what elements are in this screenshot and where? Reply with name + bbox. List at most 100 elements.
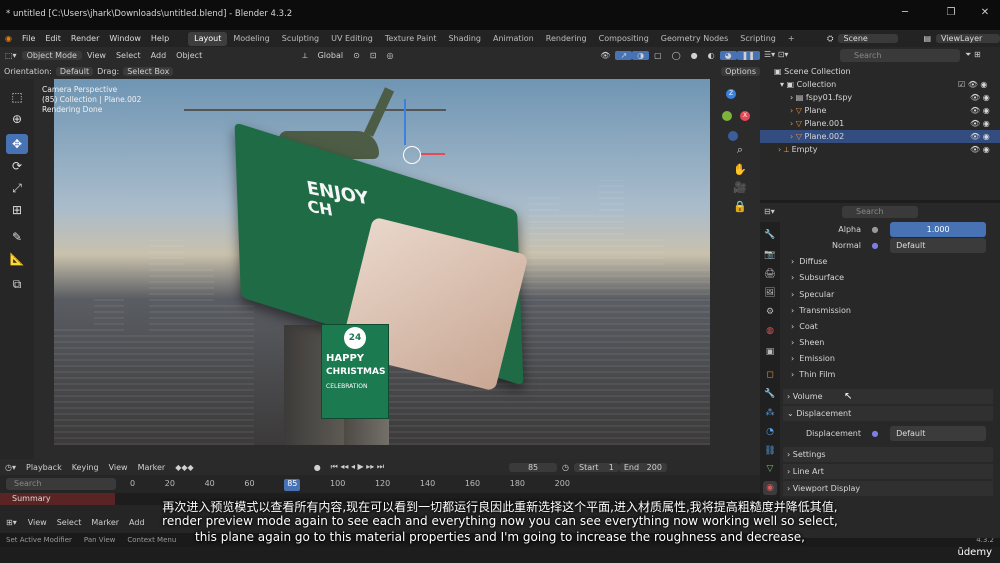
pivot-icon[interactable]: ⊙ — [348, 51, 365, 60]
eye-icon[interactable]: 👁 ◉ — [970, 143, 990, 156]
tab-texture-paint[interactable]: Texture Paint — [379, 32, 443, 46]
panel-viewport-display[interactable]: › Viewport Display — [783, 481, 993, 496]
eye-icon[interactable]: 👁 ◉ — [970, 130, 990, 143]
particles-tab-icon[interactable]: ⁂ — [763, 406, 777, 420]
mode-selector[interactable]: Object Mode — [21, 51, 82, 60]
transform-gizmo-center[interactable] — [403, 146, 421, 164]
view-layer-tab-icon[interactable]: 🖼 — [763, 286, 777, 300]
scene-tab-icon[interactable]: ⚙ — [763, 305, 777, 319]
add-workspace-button[interactable]: + — [782, 32, 801, 46]
section-sheen[interactable]: › Sheen — [785, 335, 995, 350]
tab-scripting[interactable]: Scripting — [734, 32, 782, 46]
outliner-empty[interactable]: › ⟂ Empty 👁 ◉ — [760, 143, 1000, 156]
proportional-icon[interactable]: ◎ — [382, 51, 399, 60]
viewlayer-icon[interactable]: ▤ — [918, 34, 936, 43]
annotate-tool-icon[interactable]: ✎ — [6, 227, 28, 247]
menu-view[interactable]: View — [82, 51, 111, 60]
cursor-tool-icon[interactable]: ⊕ — [6, 109, 28, 129]
pan-hand-icon[interactable]: ✋ — [731, 161, 749, 179]
orientation-dropdown[interactable]: Default — [55, 67, 94, 76]
drag-dropdown[interactable]: Select Box — [123, 67, 174, 76]
alpha-slider[interactable]: 1.000 — [890, 222, 987, 237]
eye-icon[interactable]: 👁 ◉ — [970, 104, 990, 117]
options-dropdown[interactable]: Options — [721, 67, 760, 76]
normal-field[interactable]: Default — [890, 238, 987, 253]
outliner-scene-collection[interactable]: ▣ Scene Collection — [760, 65, 1000, 78]
tab-layout[interactable]: Layout — [188, 31, 228, 46]
tab-modeling[interactable]: Modeling — [227, 32, 275, 46]
menu-window[interactable]: Window — [104, 34, 146, 43]
properties-editor-icon[interactable]: ⊟▾ — [764, 207, 775, 216]
menu-file[interactable]: File — [17, 34, 40, 43]
section-emission[interactable]: › Emission — [785, 351, 995, 366]
tab-sculpting[interactable]: Sculpting — [276, 32, 325, 46]
section-transmission[interactable]: › Transmission — [785, 303, 995, 318]
physics-tab-icon[interactable]: ◔ — [763, 425, 777, 439]
pause-render-icon[interactable]: ❚❚ — [736, 51, 760, 60]
section-specular[interactable]: › Specular — [785, 287, 995, 302]
render-tab-icon[interactable]: 📷 — [763, 248, 777, 262]
outliner-fspy[interactable]: › ▤ fspy01.fspy 👁 ◉ — [760, 91, 1000, 104]
viewlayer-selector[interactable]: ViewLayer — [936, 34, 1000, 43]
tool-tab-icon[interactable]: 🔧 — [763, 228, 777, 242]
tab-compositing[interactable]: Compositing — [593, 32, 655, 46]
section-thin-film[interactable]: › Thin Film — [785, 367, 995, 382]
timeline-marker[interactable]: Marker — [133, 463, 171, 472]
eye-icon[interactable]: 👁 ◉ — [970, 91, 990, 104]
move-tool-icon[interactable]: ✥ — [6, 134, 28, 154]
section-diffuse[interactable]: › Diffuse — [785, 254, 995, 269]
gizmo-x-axis[interactable] — [421, 153, 445, 155]
start-frame-field[interactable]: Start 1 — [574, 462, 619, 472]
zoom-icon[interactable]: ⌕ — [731, 141, 749, 159]
properties-search-input[interactable]: Search — [842, 206, 918, 218]
rotate-tool-icon[interactable]: ⟳ — [6, 156, 28, 176]
timeline-ruler[interactable]: 0 20 40 60 85 100 120 140 160 180 200 — [130, 479, 570, 491]
add-cube-tool-icon[interactable]: ⧉ — [6, 274, 28, 294]
output-tab-icon[interactable]: 🖨 — [763, 267, 777, 281]
transform-orientation-icon[interactable]: ⟂ — [297, 51, 312, 61]
maximize-icon[interactable]: ❐ — [944, 7, 958, 21]
panel-settings[interactable]: › Settings — [783, 447, 993, 462]
collection-tab-icon[interactable]: ▣ — [763, 345, 777, 359]
measure-tool-icon[interactable]: 📐 — [6, 249, 28, 269]
tab-rendering[interactable]: Rendering — [540, 32, 593, 46]
close-icon[interactable]: ✕ — [978, 7, 992, 21]
xray-icon[interactable]: ▢ — [649, 51, 667, 60]
tab-shading[interactable]: Shading — [442, 32, 487, 46]
menu-select[interactable]: Select — [111, 51, 146, 60]
constraints-tab-icon[interactable]: ⛓ — [763, 444, 777, 458]
outliner-plane-002[interactable]: › ▽ Plane.002 👁 ◉ — [760, 130, 1000, 143]
shading-rendered-icon[interactable]: ◕ — [719, 51, 737, 60]
timeline-search-input[interactable]: Search — [6, 478, 116, 490]
current-frame-field[interactable]: 85 — [509, 462, 558, 472]
menu-edit[interactable]: Edit — [40, 34, 66, 43]
shading-solid-icon[interactable]: ● — [686, 51, 703, 60]
scale-tool-icon[interactable]: ⤢ — [6, 178, 28, 198]
menu-help[interactable]: Help — [146, 34, 174, 43]
object-tab-icon[interactable]: ◻ — [763, 368, 777, 382]
section-subsurface[interactable]: › Subsurface — [785, 270, 995, 285]
timeline-view[interactable]: View — [104, 463, 133, 472]
world-tab-icon[interactable]: ◍ — [763, 324, 777, 338]
snap-icon[interactable]: ⊡ — [365, 51, 382, 60]
tab-geometry-nodes[interactable]: Geometry Nodes — [655, 32, 734, 46]
gizmo-icon[interactable]: ↗ — [615, 51, 633, 60]
end-frame-field[interactable]: End 200 — [618, 462, 667, 472]
transform-tool-icon[interactable]: ⊞ — [6, 200, 28, 220]
timeline-playback[interactable]: Playback — [21, 463, 67, 472]
filter-icon[interactable]: ⏷ ⊞ — [965, 50, 981, 60]
panel-displacement[interactable]: ⌄ Displacement — [783, 406, 993, 421]
section-coat[interactable]: › Coat — [785, 319, 995, 334]
overlay-icon[interactable]: ◑ — [632, 51, 650, 60]
blender-logo-icon[interactable]: ◉ — [0, 34, 17, 43]
menu-object[interactable]: Object — [171, 51, 207, 60]
lock-icon[interactable]: 🔒 — [731, 198, 749, 216]
scene-icon[interactable]: ⛭ — [822, 34, 838, 44]
outliner-plane[interactable]: › ▽ Plane 👁 ◉ — [760, 104, 1000, 117]
outliner-plane-001[interactable]: › ▽ Plane.001 👁 ◉ — [760, 117, 1000, 130]
displacement-field[interactable]: Default — [890, 426, 987, 441]
eye-icon[interactable]: 👁 ◉ — [970, 117, 990, 130]
menu-add[interactable]: Add — [146, 51, 172, 60]
timeline-keying[interactable]: Keying — [67, 463, 104, 472]
gizmo-z-axis[interactable] — [404, 99, 406, 145]
